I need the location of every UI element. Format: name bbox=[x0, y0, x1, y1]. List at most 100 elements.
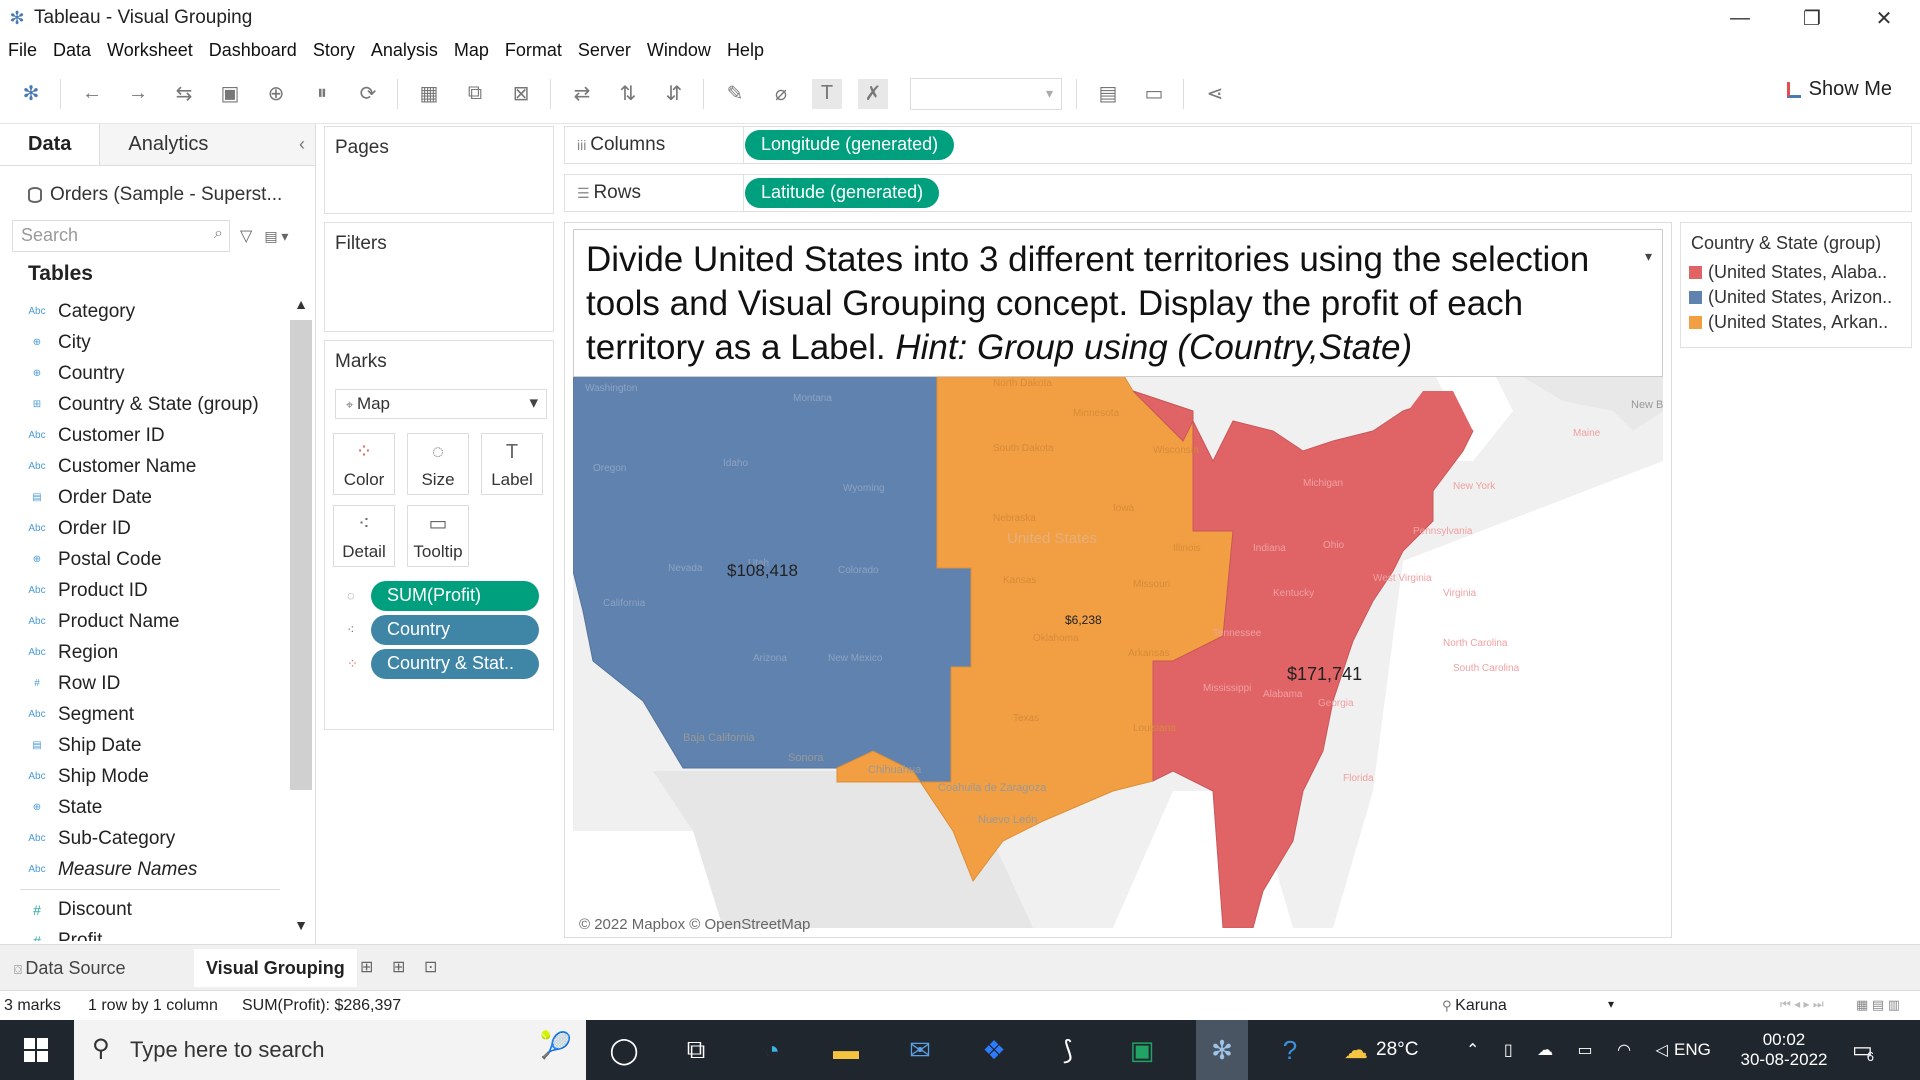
size-button[interactable]: ◌ Size bbox=[407, 433, 469, 495]
field-item[interactable]: # Discount bbox=[0, 894, 290, 925]
tab-analytics[interactable]: Analytics ‹ bbox=[100, 124, 315, 165]
app-icon[interactable]: ⟆ bbox=[1048, 1030, 1088, 1070]
datasource-item[interactable]: Orders (Sample - Superst... bbox=[0, 166, 315, 212]
show-me-button[interactable]: Show Me bbox=[1786, 78, 1892, 101]
map-canvas[interactable]: Washington Montana Oregon Idaho Wyoming … bbox=[573, 371, 1663, 928]
legend-item[interactable]: (United States, Arkan.. bbox=[1681, 310, 1911, 335]
filter-fields-icon[interactable]: ▽ bbox=[240, 226, 252, 246]
group-members-icon[interactable]: ⌀ bbox=[766, 79, 796, 109]
edge-icon[interactable]: ◔ bbox=[752, 1030, 792, 1070]
menu-worksheet[interactable]: Worksheet bbox=[107, 40, 193, 61]
scroll-down-icon[interactable]: ▼ bbox=[290, 917, 312, 941]
show-cards-icon[interactable]: ▤ bbox=[1093, 79, 1123, 109]
clock[interactable]: 00:02 30-08-2022 bbox=[1734, 1020, 1834, 1080]
collapse-pane-icon[interactable]: ‹ bbox=[299, 134, 305, 155]
duplicate-sheet-icon[interactable]: ⧉ bbox=[460, 79, 490, 109]
title-menu-icon[interactable]: ▾ bbox=[1645, 234, 1652, 278]
field-item[interactable]: Abc Category bbox=[0, 296, 290, 327]
field-item[interactable]: ⊕ Postal Code bbox=[0, 544, 290, 575]
field-list-scrollbar[interactable]: ▲ ▼ bbox=[290, 296, 312, 941]
scroll-up-icon[interactable]: ▲ bbox=[290, 296, 312, 320]
file-explorer-icon[interactable]: ▬ bbox=[826, 1030, 866, 1070]
menu-story[interactable]: Story bbox=[313, 40, 355, 61]
menu-dashboard[interactable]: Dashboard bbox=[209, 40, 297, 61]
new-dashboard-tab-icon[interactable]: ⊞ bbox=[392, 957, 405, 977]
detail-button[interactable]: ⁖ Detail bbox=[333, 505, 395, 567]
help-icon[interactable]: ? bbox=[1270, 1030, 1310, 1070]
mail-icon[interactable]: ✉ bbox=[900, 1030, 940, 1070]
weather-widget[interactable]: ☁ 28°C bbox=[1344, 1020, 1418, 1080]
data-source-tab[interactable]: ⌼ Data Source bbox=[2, 949, 137, 987]
menu-analysis[interactable]: Analysis bbox=[371, 40, 438, 61]
field-item[interactable]: Abc Product ID bbox=[0, 575, 290, 606]
sheet-title[interactable]: Divide United States into 3 different te… bbox=[573, 229, 1663, 377]
menu-help[interactable]: Help bbox=[727, 40, 764, 61]
pause-updates-icon[interactable]: ⏸ bbox=[307, 79, 337, 109]
tab-data[interactable]: Data bbox=[0, 124, 101, 165]
longitude-pill[interactable]: Longitude (generated) bbox=[745, 130, 955, 160]
refresh-icon[interactable]: ⟳ bbox=[353, 79, 383, 109]
sheet-navigation-icons[interactable]: ⏮ ◂ ▸ ⏭ bbox=[1780, 997, 1824, 1012]
new-worksheet-tab-icon[interactable]: ⊞ bbox=[360, 957, 373, 977]
restore-icon[interactable]: ❐ bbox=[1776, 0, 1848, 36]
menu-map[interactable]: Map bbox=[454, 40, 489, 61]
scroll-thumb[interactable] bbox=[290, 320, 312, 790]
menu-file[interactable]: File bbox=[8, 40, 37, 61]
notification-center[interactable]: ▭ 6 bbox=[1852, 1020, 1874, 1080]
mark-type-dropdown[interactable]: ⌖ Map bbox=[335, 389, 547, 419]
rows-shelf[interactable]: ☰ Rows Latitude (generated) bbox=[564, 174, 1912, 212]
sort-descending-icon[interactable]: ⇵ bbox=[659, 79, 689, 109]
field-item[interactable]: ⊕ State bbox=[0, 792, 290, 823]
minimize-icon[interactable]: — bbox=[1704, 0, 1776, 36]
columns-shelf[interactable]: iii Columns Longitude (generated) bbox=[564, 126, 1912, 164]
new-datasource-icon[interactable]: ⊕ bbox=[261, 79, 291, 109]
redo-icon[interactable]: → bbox=[123, 79, 153, 109]
field-item[interactable]: ⊞ Country & State (group) bbox=[0, 389, 290, 420]
task-view-icon[interactable]: ⧉ bbox=[676, 1030, 716, 1070]
windows-start-button[interactable] bbox=[0, 1020, 72, 1080]
save-icon[interactable]: ▣ bbox=[215, 79, 245, 109]
presentation-mode-icon[interactable]: ▭ bbox=[1139, 79, 1169, 109]
excel-icon[interactable]: ▣ bbox=[1122, 1030, 1162, 1070]
field-item[interactable]: ▤ Order Date bbox=[0, 482, 290, 513]
clear-sheet-icon[interactable]: ⊠ bbox=[506, 79, 536, 109]
sheet-tab-visual-grouping[interactable]: Visual Grouping bbox=[194, 949, 357, 987]
country-state-group-pill[interactable]: Country & Stat.. bbox=[371, 649, 539, 679]
color-button[interactable]: ⁘ Color bbox=[333, 433, 395, 495]
sheet-sorter-icons[interactable]: ▦ ▤ ▥ bbox=[1856, 997, 1900, 1013]
user-menu[interactable]: ⚲ Karuna ▾ bbox=[1442, 997, 1614, 1015]
share-icon[interactable]: ⋖ bbox=[1200, 79, 1230, 109]
replay-icon[interactable]: ⇆ bbox=[169, 79, 199, 109]
legend-item[interactable]: (United States, Arizon.. bbox=[1681, 285, 1911, 310]
tooltip-button[interactable]: ▭ Tooltip bbox=[407, 505, 469, 567]
highlight-icon[interactable]: ✎ bbox=[720, 79, 750, 109]
field-item[interactable]: Abc Customer ID bbox=[0, 420, 290, 451]
new-worksheet-icon[interactable]: ▦ bbox=[414, 79, 444, 109]
dropbox-icon[interactable]: ❖ bbox=[974, 1030, 1014, 1070]
fit-dropdown[interactable] bbox=[910, 77, 1062, 110]
fix-axes-icon[interactable]: ✗ bbox=[858, 78, 888, 109]
field-item[interactable]: Abc Customer Name bbox=[0, 451, 290, 482]
field-item[interactable]: Abc Region bbox=[0, 637, 290, 668]
new-story-tab-icon[interactable]: ⊡ bbox=[424, 957, 437, 977]
menu-server[interactable]: Server bbox=[578, 40, 631, 61]
field-item[interactable]: Abc Segment bbox=[0, 699, 290, 730]
pages-shelf[interactable]: Pages bbox=[324, 126, 554, 214]
field-item[interactable]: # Row ID bbox=[0, 668, 290, 699]
view-options-icon[interactable]: ▤ ▾ bbox=[264, 228, 288, 245]
field-item[interactable]: ⊕ Country bbox=[0, 358, 290, 389]
system-tray-icons[interactable]: ⌃ ▯ ☁ ▭ ◠ ◁ bbox=[1466, 1020, 1678, 1080]
menu-format[interactable]: Format bbox=[505, 40, 562, 61]
legend-item[interactable]: (United States, Alaba.. bbox=[1681, 260, 1911, 285]
latitude-pill[interactable]: Latitude (generated) bbox=[745, 178, 940, 208]
map-attribution[interactable]: © 2022 Mapbox © OpenStreetMap bbox=[579, 916, 810, 933]
cortana-icon[interactable]: ◯ bbox=[604, 1030, 644, 1070]
country-pill[interactable]: Country bbox=[371, 615, 539, 645]
field-item[interactable]: # Profit bbox=[0, 925, 290, 942]
undo-icon[interactable]: ← bbox=[77, 79, 107, 109]
profit-pill[interactable]: SUM(Profit) bbox=[371, 581, 539, 611]
label-button[interactable]: T Label bbox=[481, 433, 543, 495]
menu-data[interactable]: Data bbox=[53, 40, 91, 61]
tableau-taskbar-icon[interactable]: ✻ bbox=[1196, 1020, 1248, 1080]
field-search-input[interactable]: Search ⌕ bbox=[12, 220, 230, 252]
